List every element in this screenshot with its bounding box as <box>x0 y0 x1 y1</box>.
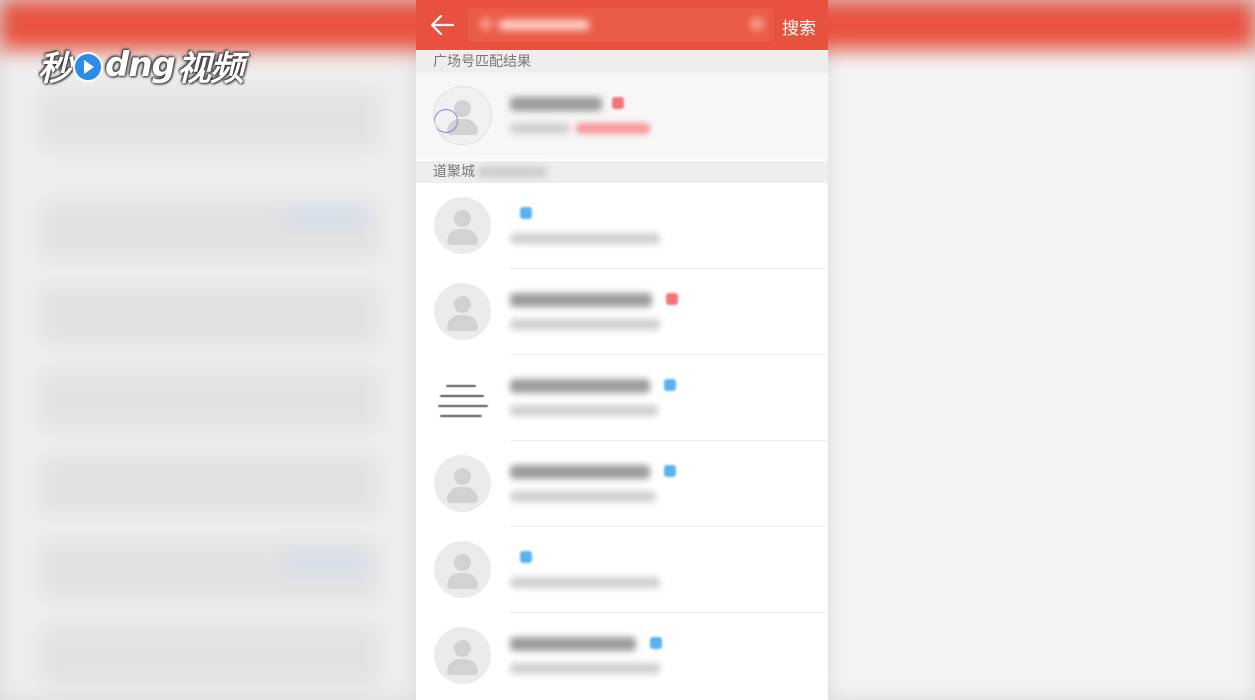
search-top-bar: 搜索 <box>416 0 828 50</box>
result-row[interactable] <box>416 613 828 699</box>
result-row[interactable] <box>416 183 828 269</box>
result-name <box>510 465 650 479</box>
result-row[interactable] <box>416 441 828 527</box>
result-id-label <box>510 663 660 674</box>
background-right-panel <box>828 50 1255 700</box>
arrow-left-icon[interactable] <box>428 12 456 38</box>
result-name <box>510 637 636 651</box>
result-id-value <box>576 123 650 134</box>
default-avatar-icon <box>434 197 491 254</box>
result-row[interactable] <box>416 527 828 613</box>
verified-badge-icon <box>650 637 662 649</box>
section-header-square-match: 广场号匹配结果 <box>416 51 828 73</box>
background-row <box>40 200 380 260</box>
result-row[interactable] <box>416 355 828 441</box>
section-title-blurred <box>477 167 547 177</box>
default-avatar-icon <box>434 627 491 684</box>
background-row <box>40 540 380 600</box>
phone-screen: 搜索 广场号匹配结果 道聚城 <box>416 0 828 700</box>
loading-spinner-icon <box>434 109 458 133</box>
default-avatar-icon <box>434 87 491 144</box>
section-title: 道聚城 <box>433 164 475 180</box>
result-name <box>510 293 652 307</box>
result-name <box>510 97 602 111</box>
video-watermark-logo: 秒 dng 视频 <box>38 42 244 89</box>
verified-badge-icon <box>520 551 532 563</box>
watermark-text-mid: dng <box>105 45 176 85</box>
custom-avatar-image <box>434 369 491 426</box>
result-id-label <box>510 491 656 502</box>
verified-badge-icon <box>664 379 676 391</box>
background-row <box>40 370 380 430</box>
search-button[interactable]: 搜索 <box>782 14 816 39</box>
result-row[interactable] <box>416 73 828 159</box>
background-row <box>40 455 380 515</box>
result-id-label <box>510 319 660 330</box>
default-avatar-icon <box>434 455 491 512</box>
result-id-label <box>510 405 658 416</box>
result-id-label <box>510 123 570 134</box>
background-chip <box>280 210 370 224</box>
section-title: 广场号匹配结果 <box>433 54 531 70</box>
search-field[interactable] <box>468 8 774 42</box>
watermark-text-left: 秒 <box>38 48 72 89</box>
watermark-text-right: 视频 <box>176 48 244 89</box>
play-icon <box>73 52 103 82</box>
verified-badge-icon <box>520 207 532 219</box>
result-name <box>510 379 650 393</box>
background-chip <box>280 555 370 569</box>
default-avatar-icon <box>434 283 491 340</box>
vip-badge-icon <box>666 293 678 305</box>
result-row[interactable] <box>416 269 828 355</box>
result-id-label <box>510 233 660 244</box>
background-row <box>40 625 380 685</box>
default-avatar-icon <box>434 541 491 598</box>
vip-badge-icon <box>612 97 624 109</box>
verified-badge-icon <box>664 465 676 477</box>
background-row <box>40 285 380 345</box>
background-row <box>40 90 380 150</box>
section-header-city-match: 道聚城 <box>416 161 828 183</box>
result-id-label <box>510 577 660 588</box>
